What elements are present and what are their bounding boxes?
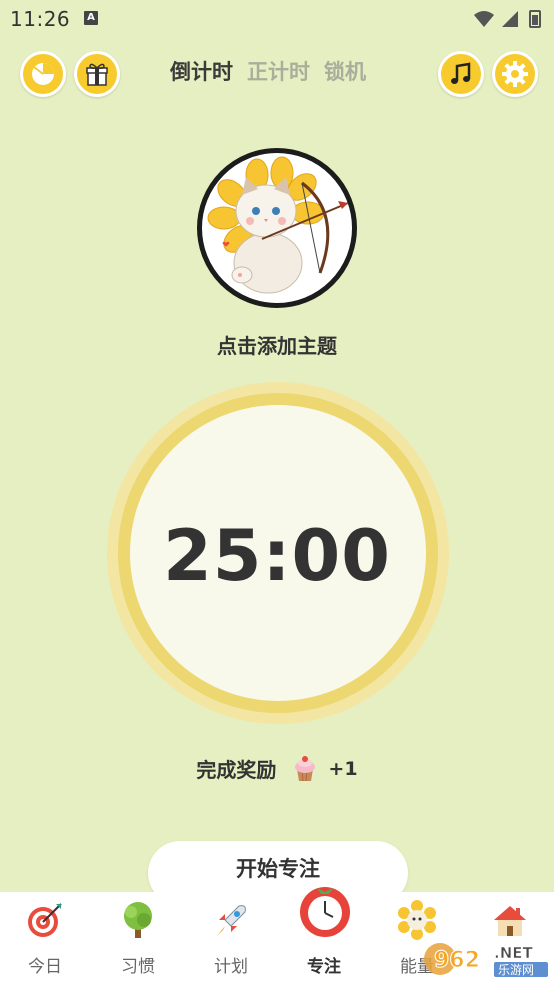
add-theme-label[interactable]: 点击添加主题 [0,330,554,359]
nav-label-today: 今日 [28,957,62,977]
svg-text:.NET: .NET [494,944,533,962]
reward-label: 完成奖励 [196,758,277,782]
nav-item-focus[interactable]: 专注 [279,887,369,984]
nav-label-habits: 习惯 [121,957,155,977]
completion-reward: 完成奖励 +1 [0,754,554,783]
status-bar: 11:26 A [0,0,554,38]
stats-pie-icon [32,63,54,85]
theme-avatar[interactable] [197,148,357,308]
nav-label-focus: 专注 [307,957,341,977]
wifi-icon [474,11,494,27]
nav-item-today[interactable]: 今日 [0,892,90,984]
timer-display: 25:00 [163,515,391,597]
gift-icon [86,63,108,86]
notification-a-icon: A [84,11,98,25]
svg-text:乐游网: 乐游网 [498,963,534,977]
gift-button[interactable] [74,51,120,97]
reward-amount: +1 [328,757,358,780]
signal-icon [502,11,518,27]
tab-countdown[interactable]: 倒计时 [170,56,233,86]
music-note-icon [451,62,471,84]
tree-icon [124,902,152,938]
nav-label-plan: 计划 [214,957,248,977]
status-time: 11:26 [10,7,71,31]
nav-item-habits[interactable]: 习惯 [93,892,183,984]
target-icon [28,903,62,937]
svg-text:962: 962 [434,948,480,973]
stats-button[interactable] [20,51,66,97]
cupcake-icon [295,755,316,781]
system-status-icons [474,10,541,28]
rocket-icon [217,905,246,936]
cat-archer-avatar [207,156,349,301]
nav-item-plan[interactable]: 计划 [186,892,276,984]
house-icon [494,906,526,936]
sunflower-icon [398,900,436,940]
tomato-clock-icon [300,887,350,937]
watermark-logo: 962 .NET 乐游网 [424,943,548,977]
music-button[interactable] [438,51,484,97]
tab-countup[interactable]: 正计时 [247,56,310,86]
settings-gear-icon [502,61,528,87]
settings-button[interactable] [492,51,538,97]
timer-mode-tabs: 倒计时 正计时 锁机 [170,56,366,86]
tab-lock[interactable]: 锁机 [324,56,366,86]
